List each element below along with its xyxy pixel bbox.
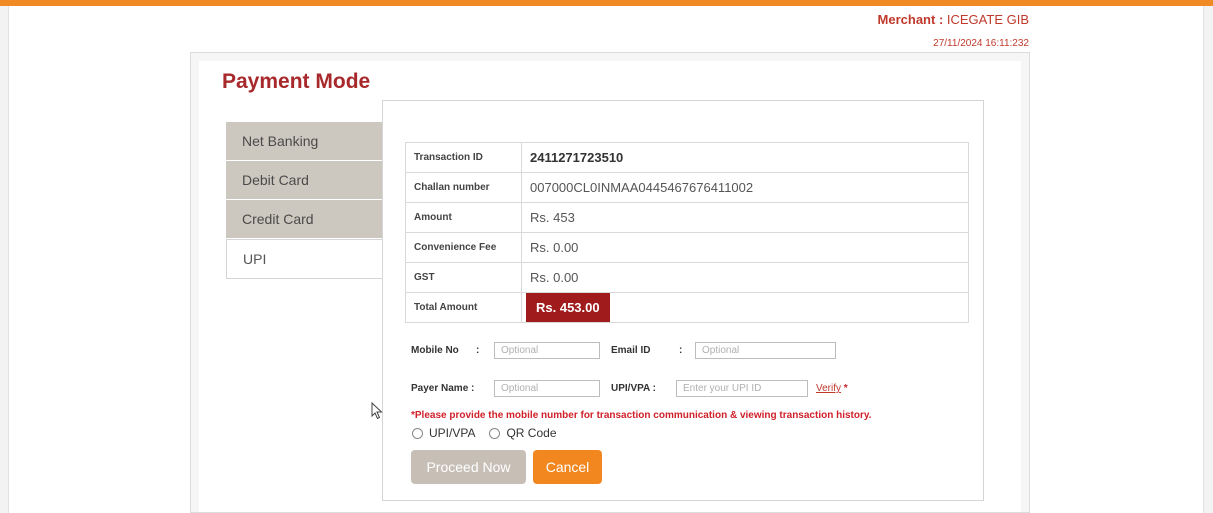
total-amount-label: Total Amount [405, 292, 522, 323]
table-row: GST Rs. 0.00 [405, 262, 969, 293]
email-separator: : [679, 345, 683, 356]
radio-upi-vpa-label[interactable]: UPI/VPA [429, 426, 475, 440]
mobile-note: *Please provide the mobile number for tr… [411, 410, 872, 421]
gst-value: Rs. 0.00 [521, 262, 969, 293]
table-row: Total Amount Rs. 453.00 [405, 292, 969, 323]
amount-label: Amount [405, 202, 522, 233]
merchant-info: Merchant : ICEGATE GIB [877, 12, 1029, 27]
email-label: Email ID [611, 345, 651, 356]
mobile-field[interactable] [494, 342, 600, 359]
cancel-button[interactable]: Cancel [533, 450, 602, 484]
tab-debit-card[interactable]: Debit Card [226, 161, 382, 200]
table-row: Challan number 007000CL0INMAA04454676764… [405, 172, 969, 203]
page-title: Payment Mode [222, 70, 371, 93]
mouse-cursor-icon [371, 401, 383, 424]
challan-label: Challan number [405, 172, 522, 203]
radio-qr-code-label[interactable]: QR Code [506, 426, 556, 440]
verify-link[interactable]: Verify [816, 383, 841, 394]
required-mark: * [843, 383, 848, 394]
merchant-label: Merchant [877, 12, 936, 27]
payer-name-label: Payer Name : [411, 383, 475, 394]
payment-mode-tabs: Net Banking Debit Card Credit Card UPI [226, 122, 382, 279]
table-row: Convenience Fee Rs. 0.00 [405, 232, 969, 263]
radio-upi-vpa[interactable] [412, 427, 423, 439]
transaction-table: Transaction ID 2411271723510 Challan num… [405, 142, 969, 323]
payer-name-field[interactable] [494, 380, 600, 397]
table-row: Amount Rs. 453 [405, 202, 969, 233]
challan-value: 007000CL0INMAA0445467676411002 [521, 172, 969, 203]
proceed-now-button[interactable]: Proceed Now [411, 450, 526, 484]
timestamp: 27/11/2024 16:11:232 [933, 38, 1029, 49]
upi-vpa-label: UPI/VPA : [611, 383, 657, 394]
email-field[interactable] [695, 342, 836, 359]
transaction-id-label: Transaction ID [405, 142, 522, 173]
mobile-separator: : [476, 345, 480, 356]
tab-net-banking[interactable]: Net Banking [226, 122, 382, 161]
convenience-fee-value: Rs. 0.00 [521, 232, 969, 263]
radio-qr-code[interactable] [489, 427, 501, 439]
gst-label: GST [405, 262, 522, 293]
convenience-fee-label: Convenience Fee [405, 232, 522, 263]
tab-credit-card[interactable]: Credit Card [226, 200, 382, 239]
upi-id-field[interactable] [676, 380, 808, 397]
total-amount-badge: Rs. 453.00 [526, 293, 610, 322]
transaction-id-value: 2411271723510 [521, 142, 969, 173]
upi-method-radio-group: UPI/VPA QR Code [412, 426, 571, 440]
table-row: Transaction ID 2411271723510 [405, 142, 969, 173]
mobile-label: Mobile No [411, 345, 459, 356]
merchant-name: ICEGATE GIB [946, 12, 1029, 27]
tab-upi[interactable]: UPI [226, 239, 382, 279]
amount-value: Rs. 453 [521, 202, 969, 233]
